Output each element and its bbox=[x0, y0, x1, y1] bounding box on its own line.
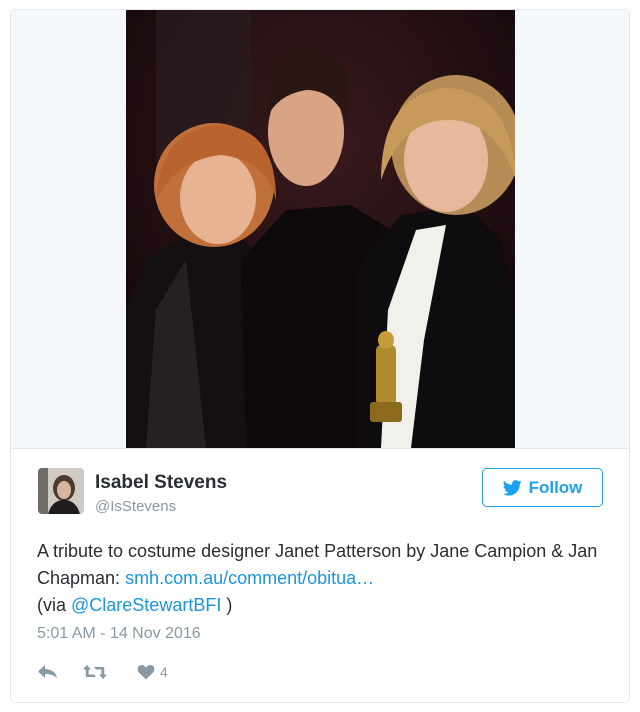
reply-button[interactable] bbox=[37, 664, 82, 680]
tweet-text-after: ) bbox=[221, 595, 233, 615]
retweet-button[interactable] bbox=[82, 663, 137, 681]
tweet-text: A tribute to costume designer Janet Patt… bbox=[37, 538, 607, 619]
tweet-photo[interactable] bbox=[126, 10, 515, 448]
heart-icon bbox=[137, 665, 155, 680]
reply-icon bbox=[38, 665, 57, 678]
media-divider bbox=[11, 448, 629, 449]
follow-label: Follow bbox=[528, 477, 583, 497]
avatar[interactable] bbox=[38, 468, 84, 514]
article-link[interactable]: smh.com.au/comment/obitua… bbox=[125, 568, 374, 588]
retweet-icon bbox=[83, 665, 107, 679]
user-handle[interactable]: @IsStevens bbox=[95, 498, 176, 515]
mention-link[interactable]: @ClareStewartBFI bbox=[71, 595, 221, 615]
like-button[interactable]: 4 bbox=[137, 664, 168, 680]
timestamp[interactable]: 5:01 AM - 14 Nov 2016 bbox=[37, 625, 201, 643]
follow-button[interactable]: Follow bbox=[482, 468, 603, 507]
profile-photo-icon bbox=[38, 468, 84, 514]
like-count: 4 bbox=[160, 664, 168, 680]
user-name[interactable]: Isabel Stevens bbox=[95, 472, 227, 494]
media-container bbox=[11, 10, 629, 448]
tweet-card: Isabel Stevens @IsStevens Follow A tribu… bbox=[10, 9, 630, 703]
photo-image bbox=[126, 10, 515, 448]
tweet-actions: 4 bbox=[37, 661, 168, 683]
twitter-bird-icon bbox=[502, 479, 522, 496]
tweet-text-mid: (via bbox=[37, 595, 72, 615]
